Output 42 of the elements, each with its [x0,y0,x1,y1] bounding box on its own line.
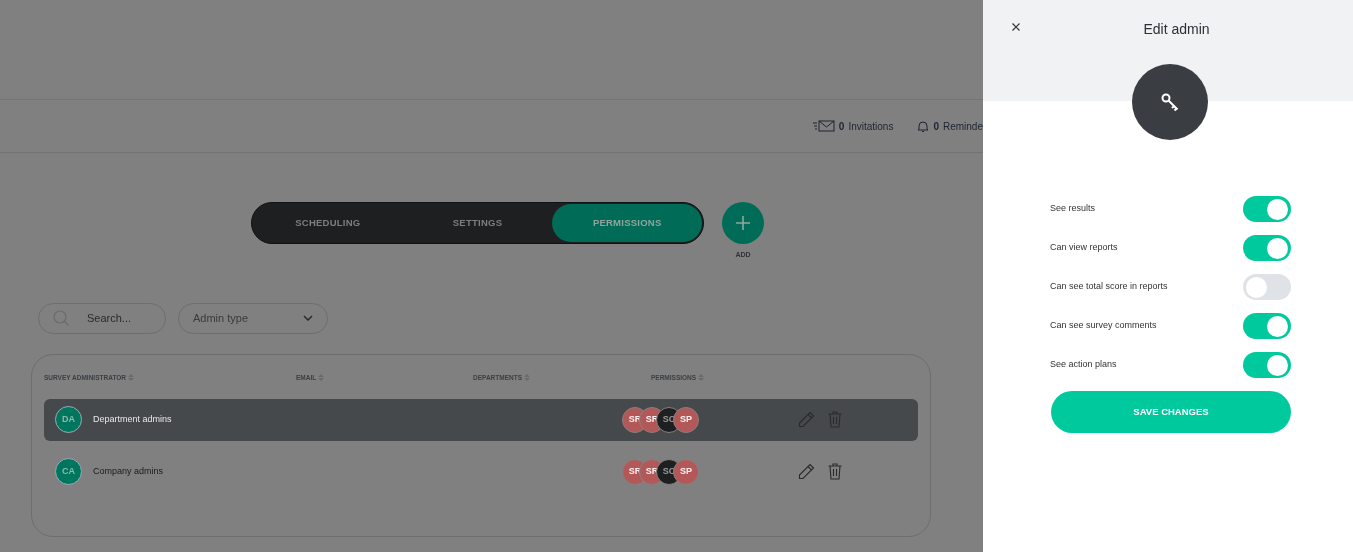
permission-label: Can see total score in reports [1050,280,1168,294]
bell-icon [917,119,930,133]
close-icon [1012,23,1020,31]
add-button[interactable] [722,202,764,244]
toggle-switch[interactable] [1243,313,1291,339]
permission-label: See action plans [1050,358,1117,372]
permission-badge: SP [673,406,699,433]
permission-label: Can view reports [1050,241,1118,255]
reminders-count: 0 [933,119,939,134]
delete-button[interactable] [827,410,843,429]
edit-button[interactable] [797,410,815,429]
save-changes-button[interactable]: SAVE CHANGES [1051,391,1291,433]
initials-avatar: DA [55,406,82,433]
chevron-down-icon [303,315,313,321]
mail-icon [812,120,835,132]
permission-label: Can see survey comments [1050,319,1157,333]
pencil-icon [797,411,815,428]
tab[interactable]: SETTINGS [402,204,553,242]
panel-title: Edit admin [1143,20,1210,39]
initials-avatar: CA [55,458,82,485]
toggle-switch[interactable] [1243,196,1291,222]
admin-name: Company admins [93,464,165,478]
delete-button[interactable] [827,462,843,481]
invitations-count: 0 [838,119,845,134]
toggle-switch[interactable] [1243,352,1291,378]
key-icon [1160,92,1180,112]
close-button[interactable] [1010,21,1022,33]
tab[interactable]: SCHEDULING [253,204,403,242]
permission-badge: SP [673,458,699,485]
trash-icon [828,411,842,428]
toggle-switch[interactable] [1243,274,1291,300]
edit-button[interactable] [797,462,815,481]
toggle-switch[interactable] [1243,235,1291,261]
pencil-icon [797,463,815,480]
admin-name: Department admins [93,412,173,426]
trash-icon [828,463,842,480]
permission-label: See results [1050,202,1096,216]
reminders-link[interactable]: Reminde [942,118,983,134]
tab[interactable]: PERMISSIONS [552,204,702,242]
plus-icon [735,215,751,231]
invitations-link[interactable]: Invitations [848,118,894,134]
search-field[interactable]: Search... [38,302,166,334]
